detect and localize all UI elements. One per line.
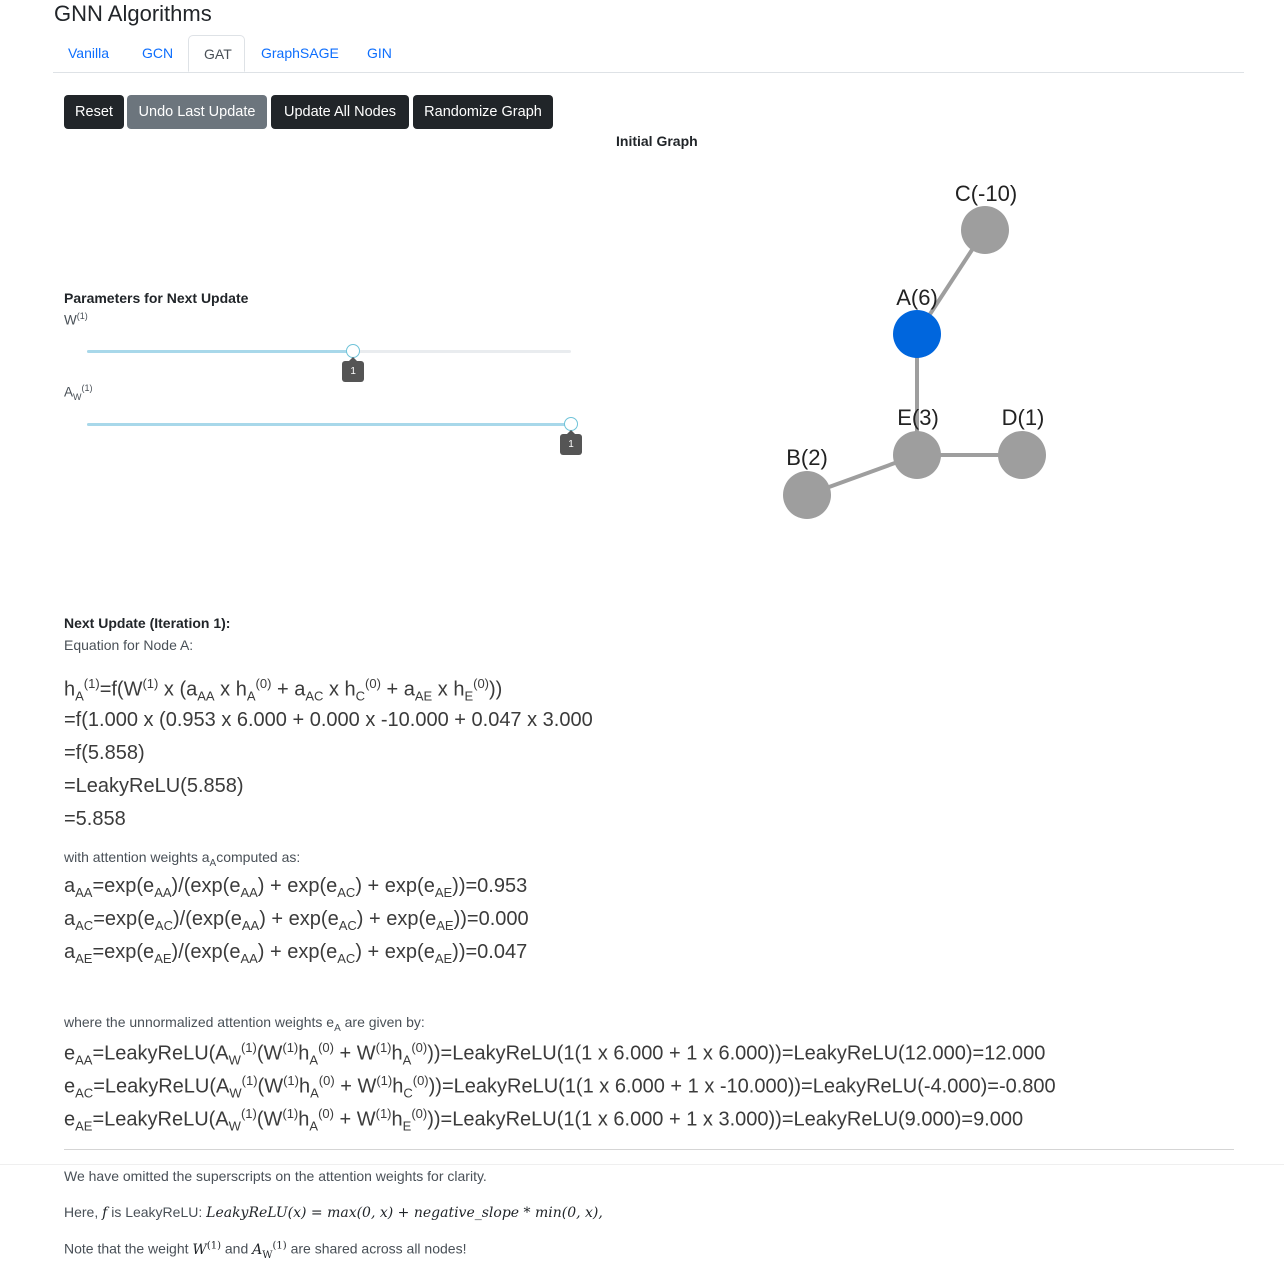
- aw-slider-fill: [87, 423, 571, 426]
- divider-light: [0, 1164, 1284, 1165]
- update-all-nodes-button[interactable]: Update All Nodes: [271, 95, 409, 129]
- tab-gin[interactable]: GIN: [352, 35, 407, 72]
- next-update-heading: Next Update (Iteration 1):: [64, 615, 231, 631]
- graph-node-b[interactable]: [783, 471, 831, 519]
- page-title: GNN Algorithms: [54, 1, 212, 26]
- omitted-note: We have omitted the superscripts on the …: [64, 1168, 487, 1184]
- node-label-e: E(3): [897, 405, 939, 430]
- graph-node-c[interactable]: [961, 206, 1009, 254]
- node-label-d: D(1): [1002, 405, 1045, 430]
- divider: [64, 1149, 1234, 1150]
- w-slider-thumb[interactable]: [346, 344, 361, 358]
- attention-ae: aAE=exp(eAE)/(exp(eAA) + exp(eAC) + exp(…: [64, 941, 528, 966]
- equation-line-3: =f(5.858): [64, 742, 145, 764]
- node-label-a: A(6): [896, 285, 938, 310]
- aw-param-label: AW(1): [64, 383, 93, 403]
- graph-title: Initial Graph: [616, 133, 698, 149]
- graph-node-a[interactable]: [893, 310, 941, 358]
- aw-slider-value: 1: [560, 430, 582, 455]
- aw-slider[interactable]: 1: [87, 417, 582, 455]
- reset-button[interactable]: Reset: [64, 95, 124, 129]
- randomize-graph-button[interactable]: Randomize Graph: [413, 95, 553, 129]
- unnormalized-ac: eAC=LeakyReLU(AW(1)(W(1)hA(0) + W(1)hC(0…: [64, 1073, 1056, 1101]
- tab-graphsage[interactable]: GraphSAGE: [246, 35, 354, 72]
- graph-node-d[interactable]: [998, 431, 1046, 479]
- parameters-heading: Parameters for Next Update: [64, 290, 249, 306]
- undo-last-update-button[interactable]: Undo Last Update: [127, 95, 267, 129]
- algorithm-tabs: Vanilla GCN GAT GraphSAGE GIN: [53, 35, 1244, 73]
- unnormalized-ae: eAE=LeakyReLU(AW(1)(W(1)hA(0) + W(1)hE(0…: [64, 1106, 1024, 1134]
- node-label-b: B(2): [786, 445, 828, 470]
- attention-ac: aAC=exp(eAC)/(exp(eAA) + exp(eAC) + exp(…: [64, 908, 529, 933]
- graph-canvas: C(-10) A(6) E(3) D(1) B(2): [783, 181, 1046, 519]
- node-label-c: C(-10): [955, 181, 1017, 206]
- attention-aa: aAA=exp(eAA)/(exp(eAA) + exp(eAC) + exp(…: [64, 875, 528, 900]
- equation-line-5: =5.858: [64, 808, 126, 830]
- tab-gcn[interactable]: GCN: [127, 35, 188, 72]
- unnormalized-aa: eAA=LeakyReLU(AW(1)(W(1)hA(0) + W(1)hA(0…: [64, 1040, 1046, 1068]
- w-slider-value: 1: [342, 357, 365, 382]
- equation-line-2: =f(1.000 x (0.953 x 6.000 + 0.000 x -10.…: [64, 709, 593, 731]
- tab-vanilla[interactable]: Vanilla: [53, 35, 124, 72]
- attention-intro: with attention weights aAcomputed as:: [64, 849, 301, 869]
- equation-line-1: hA(1)=f(W(1) x (aAA x hA(0) + aAC x hC(0…: [64, 676, 503, 704]
- equation-line-4: =LeakyReLU(5.858): [64, 775, 244, 797]
- w-slider-fill: [87, 350, 354, 353]
- leakyrelu-note: Here, f is LeakyReLU: LeakyReLU(x) = max…: [64, 1204, 603, 1221]
- tab-gat[interactable]: GAT: [188, 35, 245, 72]
- aw-slider-thumb[interactable]: [564, 417, 578, 431]
- graph-node-e[interactable]: [893, 431, 941, 479]
- equation-subheading: Equation for Node A:: [64, 637, 194, 653]
- w-slider[interactable]: 1: [87, 344, 571, 382]
- w-param-label: W(1): [64, 311, 88, 328]
- shared-weights-note: Note that the weight W(1) and AW(1) are …: [64, 1240, 467, 1261]
- unnormalized-intro: where the unnormalized attention weights…: [64, 1014, 425, 1034]
